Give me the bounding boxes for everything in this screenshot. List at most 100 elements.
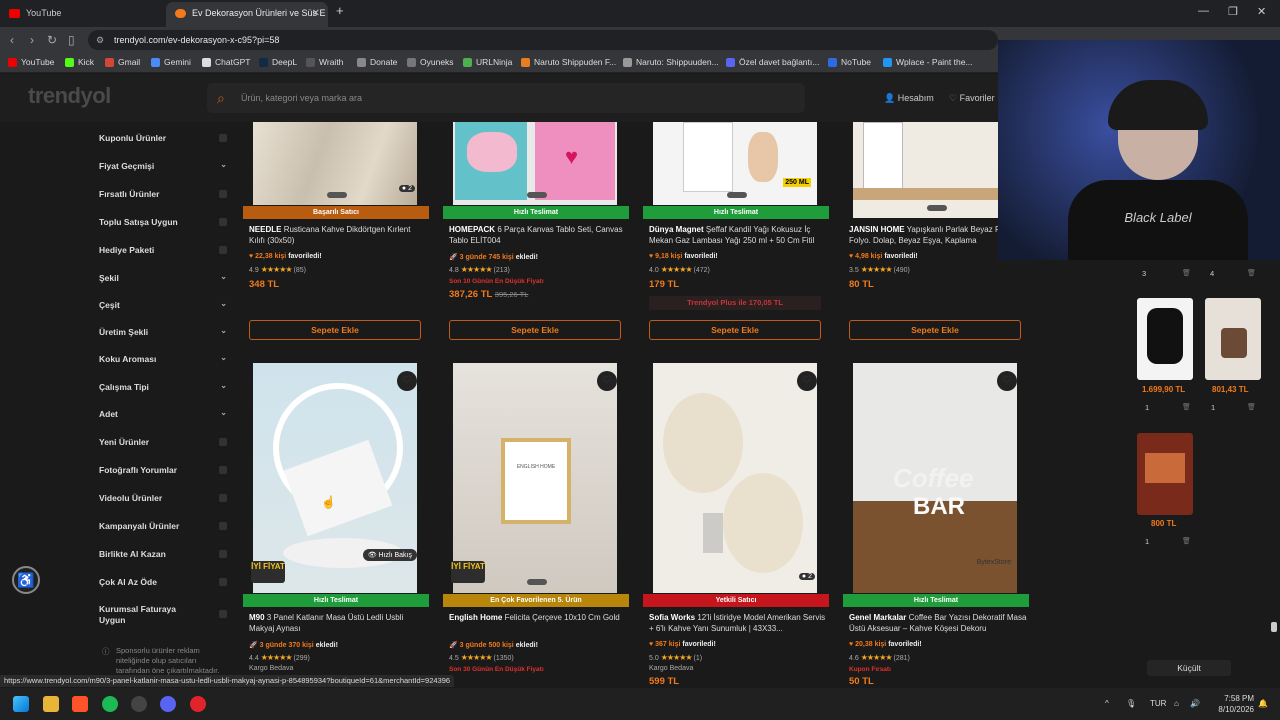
collapse-button[interactable]: Küçült [1147, 660, 1231, 676]
chevron-down-icon[interactable]: ⌄ [220, 299, 227, 308]
filter-item[interactable]: Toplu Satışa Uygun [99, 217, 229, 227]
product-title[interactable]: M90 3 Panel Katlanır Masa Üstü Ledli Usb… [249, 612, 427, 634]
opera-icon[interactable] [190, 696, 206, 712]
trendyol-logo[interactable]: trendyol [28, 83, 111, 109]
filter-checkbox[interactable] [219, 134, 227, 142]
bookmark-item[interactable]: Oyuneks [407, 57, 454, 67]
product-image[interactable]: ● 2 [253, 122, 417, 205]
url-field[interactable]: ⚙ trendyol.com/ev-dekorasyon-x-c95?pi=58 [88, 30, 998, 50]
product-image[interactable] [853, 122, 1017, 218]
start-icon[interactable] [13, 696, 29, 712]
bookmark-item[interactable]: Gmail [105, 57, 140, 67]
bookmark-item[interactable]: URLNinja [463, 57, 512, 67]
favorite-heart-icon[interactable]: ♡ [997, 371, 1017, 391]
cart-qty[interactable]: 3 [1142, 269, 1146, 278]
filter-item[interactable]: Hediye Paketi [99, 245, 229, 255]
microphone-icon[interactable]: 🎙 [1126, 699, 1136, 708]
product-card[interactable]: ● 2 ♡ Yetkili Satıcı Sofia Works 12'li İ… [643, 363, 829, 687]
tab-youtube[interactable]: YouTube [0, 2, 165, 27]
account-link[interactable]: 👤 Hesabım [884, 93, 934, 104]
bookmark-item[interactable]: Özel davet bağlantı... [726, 57, 819, 67]
add-to-cart-button[interactable]: Sepete Ekle [849, 320, 1021, 340]
discord-icon[interactable] [160, 696, 176, 712]
product-image[interactable]: ENGLISH HOME [453, 363, 617, 593]
filter-checkbox[interactable] [219, 246, 227, 254]
trash-icon[interactable]: 🗑 [1182, 269, 1191, 277]
chevron-down-icon[interactable]: ⌄ [220, 381, 227, 390]
favorite-heart-icon[interactable]: ♡ [797, 371, 817, 391]
bookmark-icon[interactable]: ▯ [68, 33, 75, 47]
filter-checkbox[interactable] [219, 190, 227, 198]
filter-item[interactable]: Üretim Şekli ⌄ [99, 326, 229, 337]
product-card[interactable]: ENGLISH HOME ♡ İYİ FİYAT En Çok Favorile… [443, 363, 629, 687]
cart-qty[interactable]: 1 [1145, 537, 1149, 546]
filter-checkbox[interactable] [219, 218, 227, 226]
filter-checkbox[interactable] [219, 522, 227, 530]
product-image[interactable]: Coffee BAR BytexStore [853, 363, 1017, 593]
minimize-icon[interactable]: — [1198, 5, 1209, 17]
new-tab-button[interactable]: + [336, 3, 344, 18]
bookmark-item[interactable]: Donate [357, 57, 397, 67]
product-title[interactable]: Sofia Works 12'li İstiridye Model Amerik… [649, 612, 827, 634]
obs-icon[interactable] [131, 696, 147, 712]
product-title[interactable]: HOMEPACK 6 Parça Kanvas Tablo Seti, Canv… [449, 224, 627, 246]
cart-item-thumbnail[interactable] [1137, 433, 1193, 515]
filter-checkbox[interactable] [219, 438, 227, 446]
product-image[interactable]: 250 ML [653, 122, 817, 205]
filter-item[interactable]: Koku Aroması ⌄ [99, 353, 229, 364]
add-to-cart-button[interactable]: Sepete Ekle [249, 320, 421, 340]
tray-chevron-icon[interactable]: ^ [1105, 699, 1109, 708]
network-icon[interactable]: ⌂ [1174, 699, 1179, 708]
filter-item[interactable]: Fırsatlı Ürünler [99, 189, 229, 199]
bookmark-item[interactable]: Wraith [306, 57, 343, 67]
trash-icon[interactable]: 🗑 [1247, 403, 1256, 411]
bookmark-item[interactable]: ChatGPT [202, 57, 250, 67]
volume-icon[interactable]: 🔊 [1190, 699, 1200, 708]
file-explorer-icon[interactable] [43, 696, 59, 712]
filter-item[interactable]: Adet ⌄ [99, 408, 229, 419]
tab-trendyol[interactable]: Ev Dekorasyon Ürünleri ve Süs E ✕ [166, 2, 328, 27]
taskbar-clock[interactable]: 7:58 PM 8/10/2026 [1210, 693, 1254, 715]
filter-item[interactable]: Fotoğraflı Yorumlar [99, 465, 229, 475]
chevron-down-icon[interactable]: ⌄ [220, 160, 227, 169]
product-title[interactable]: Genel Markalar Coffee Bar Yazısı Dekorat… [849, 612, 1027, 634]
filter-item[interactable]: Videolu Ürünler [99, 493, 229, 503]
cart-qty[interactable]: 1 [1211, 403, 1215, 412]
product-title[interactable]: English Home Felicita Çerçeve 10x10 Cm G… [449, 612, 627, 623]
bookmark-item[interactable]: Kick [65, 57, 94, 67]
product-card[interactable]: 250 ML Hızlı Teslimat Dünya Magnet Şeffa… [643, 122, 829, 347]
product-image[interactable]: ♥ [453, 122, 617, 205]
close-window-icon[interactable]: ✕ [1257, 5, 1266, 18]
product-card[interactable]: ♥ Hızlı Teslimat HOMEPACK 6 Parça Kanvas… [443, 122, 629, 347]
favorite-heart-icon[interactable]: ♡ [597, 371, 617, 391]
favorite-heart-icon[interactable]: ♡ [397, 371, 417, 391]
close-tab-icon[interactable]: ✕ [312, 2, 320, 25]
cart-item-thumbnail[interactable] [1205, 298, 1261, 380]
filter-item[interactable]: Kampanyalı Ürünler [99, 521, 229, 531]
chevron-down-icon[interactable]: ⌄ [220, 272, 227, 281]
scrollbar-thumb[interactable] [1271, 622, 1277, 632]
product-title[interactable]: NEEDLE Rusticana Kahve Dikdörtgen Kırlen… [249, 224, 427, 246]
search-input[interactable]: ⌕ Ürün, kategori veya marka ara [207, 83, 805, 113]
filter-item[interactable]: Kurumsal Faturaya Uygun [99, 604, 229, 626]
chevron-down-icon[interactable]: ⌄ [220, 353, 227, 362]
product-card[interactable]: Coffee BAR BytexStore ♡ Hızlı Teslimat G… [843, 363, 1029, 687]
notification-icon[interactable]: 🔔 [1258, 699, 1268, 708]
product-card[interactable]: ☝ 👁 Hızlı Bakış ♡ İYİ FİYAT Hızlı Teslim… [243, 363, 429, 687]
bookmark-item[interactable]: Wplace - Paint the... [883, 57, 973, 67]
filter-checkbox[interactable] [219, 610, 227, 618]
forward-icon[interactable]: › [30, 33, 34, 47]
language-indicator[interactable]: TUR [1150, 699, 1166, 708]
product-image[interactable]: ☝ 👁 Hızlı Bakış [253, 363, 417, 593]
quick-view-button[interactable]: 👁 Hızlı Bakış [362, 549, 417, 561]
add-to-cart-button[interactable]: Sepete Ekle [649, 320, 821, 340]
filter-item[interactable]: Şekil ⌄ [99, 272, 229, 283]
spotify-icon[interactable] [102, 696, 118, 712]
product-card[interactable]: ● 2 Başarılı Satıcı NEEDLE Rusticana Kah… [243, 122, 429, 347]
filter-checkbox[interactable] [219, 494, 227, 502]
cart-qty[interactable]: 4 [1210, 269, 1214, 278]
product-title[interactable]: Dünya Magnet Şeffaf Kandil Yağı Kokusuz … [649, 224, 827, 246]
filter-item[interactable]: Çok Al Az Öde [99, 577, 229, 587]
bookmark-item[interactable]: DeepL [259, 57, 297, 67]
favorites-link[interactable]: ♡ Favoriler [949, 93, 995, 104]
